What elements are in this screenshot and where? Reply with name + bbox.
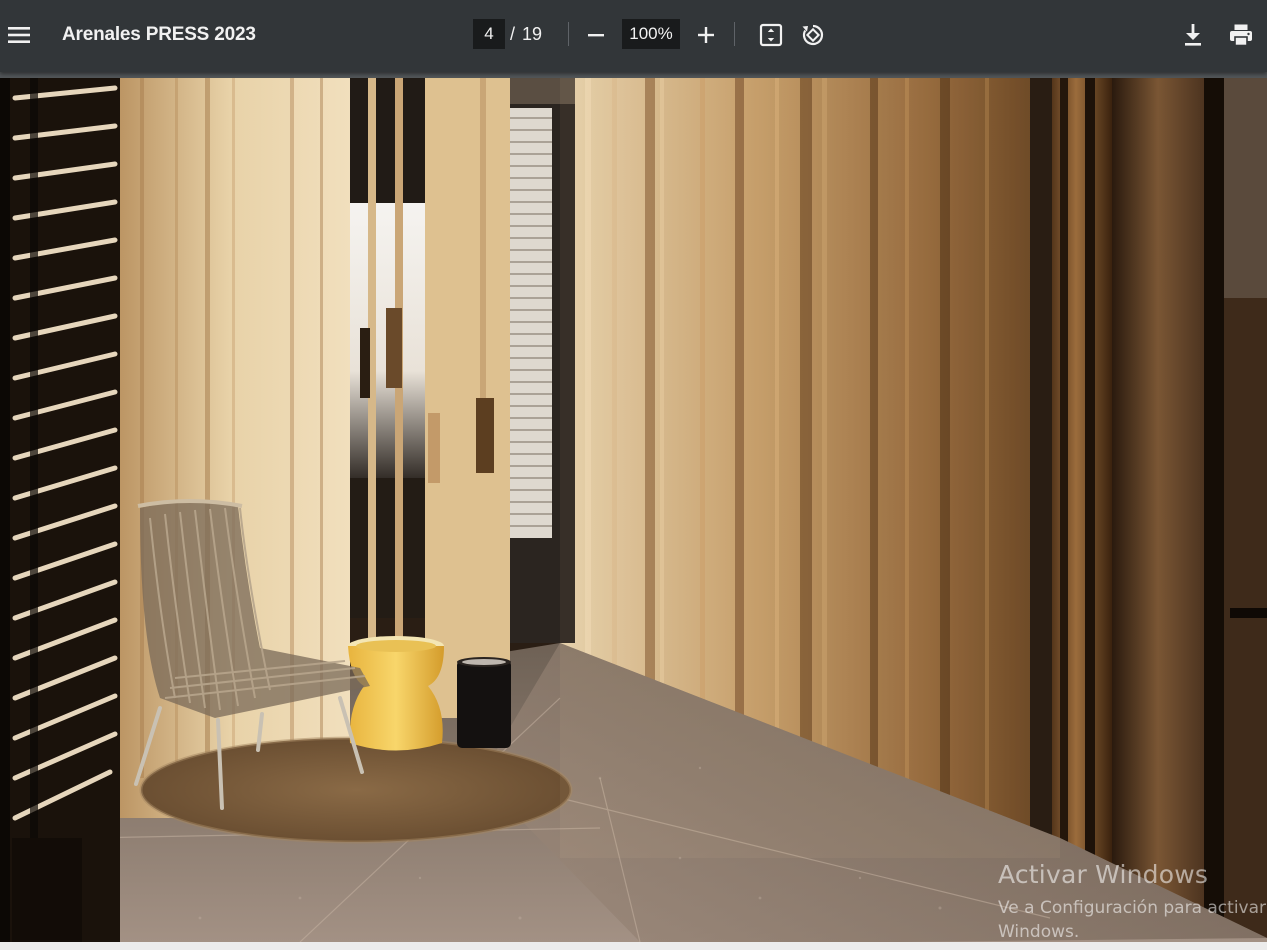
zoom-level-input[interactable]: [622, 19, 680, 49]
download-icon: [1185, 24, 1201, 46]
page-separator: /: [510, 24, 516, 44]
document-page-area[interactable]: Activar Windows Ve a Configuración para …: [0, 72, 1267, 950]
page-bottom-edge: [0, 942, 1267, 950]
print-icon: [1230, 24, 1252, 47]
rotate-button[interactable]: [798, 18, 828, 52]
print-button[interactable]: [1226, 18, 1256, 52]
fit-to-page-button[interactable]: [756, 18, 786, 52]
rotate-icon: [802, 24, 824, 46]
minus-icon: [588, 34, 604, 37]
document-title: Arenales PRESS 2023: [62, 24, 256, 45]
page-total: 19: [522, 24, 543, 44]
interior-render-image: [0, 78, 1267, 942]
toolbar-divider: [734, 22, 735, 46]
pdf-toolbar: Arenales PRESS 2023 / 19: [0, 0, 1267, 72]
plus-icon: [698, 27, 714, 43]
download-button[interactable]: [1178, 18, 1208, 52]
page-number-input[interactable]: [473, 19, 505, 49]
hamburger-menu-icon[interactable]: [4, 18, 34, 52]
zoom-out-button[interactable]: [582, 20, 610, 50]
fit-to-page-icon: [759, 23, 783, 47]
toolbar-divider: [568, 22, 569, 46]
pdf-viewer: Arenales PRESS 2023 / 19: [0, 0, 1267, 950]
zoom-in-button[interactable]: [692, 20, 720, 50]
